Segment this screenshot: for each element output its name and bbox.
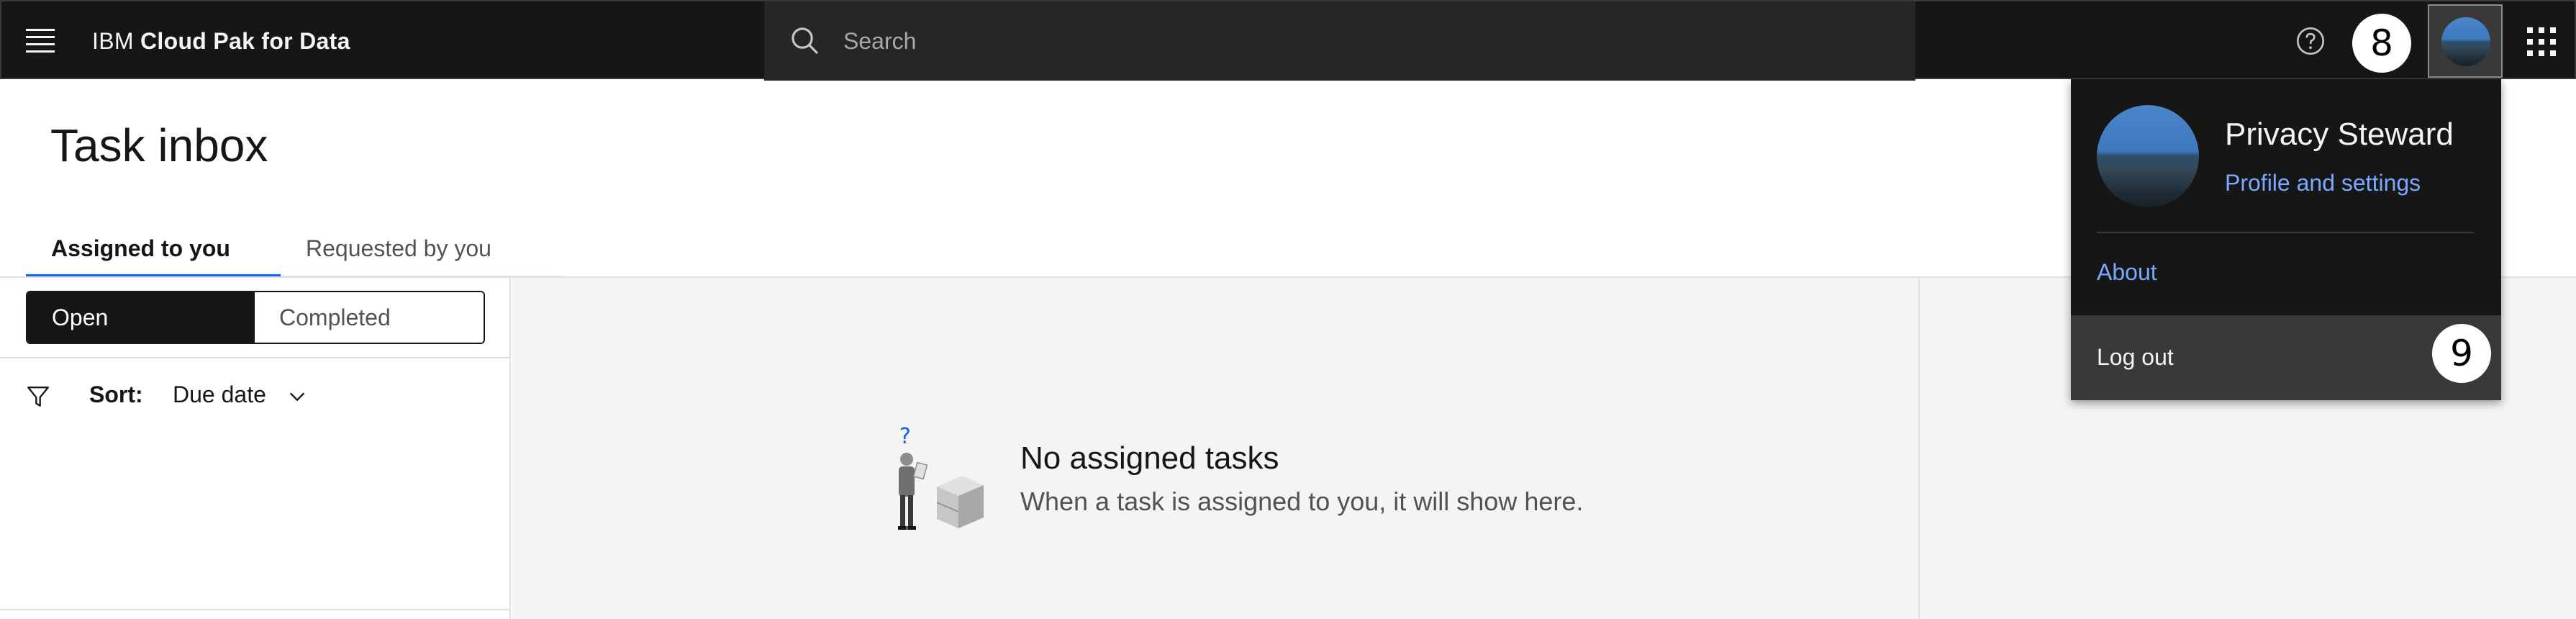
divider xyxy=(0,609,509,610)
help-icon[interactable] xyxy=(2295,26,2326,56)
chevron-down-icon[interactable] xyxy=(286,386,308,407)
logout-label: Log out xyxy=(2097,344,2174,370)
app-switcher-icon[interactable] xyxy=(2527,27,2556,56)
profile-settings-link[interactable]: Profile and settings xyxy=(2225,170,2421,196)
top-nav-bar: IBM Cloud Pak for Data 8 xyxy=(0,0,2576,81)
sort-dropdown[interactable]: Due date xyxy=(173,381,266,408)
divider xyxy=(0,357,509,358)
product-name[interactable]: IBM Cloud Pak for Data xyxy=(92,1,350,81)
about-link[interactable]: About xyxy=(2097,259,2157,286)
tab-assigned-to-you[interactable]: Assigned to you xyxy=(26,220,281,277)
empty-state-illustration: ? xyxy=(898,424,984,530)
menu-icon[interactable] xyxy=(26,29,55,53)
avatar xyxy=(2441,17,2490,66)
tab-requested-by-you[interactable]: Requested by you xyxy=(281,220,561,277)
step-marker-9: 9 xyxy=(2432,324,2491,383)
search-bar[interactable] xyxy=(764,1,1915,81)
avatar xyxy=(2097,105,2199,207)
status-switcher: Open Completed xyxy=(26,291,485,344)
open-toggle-button[interactable]: Open xyxy=(27,292,255,343)
brand-prefix: IBM xyxy=(92,28,134,54)
user-name: Privacy Steward xyxy=(2225,117,2454,152)
search-input[interactable] xyxy=(843,1,1887,81)
empty-state-title: No assigned tasks xyxy=(1020,440,1279,476)
user-avatar-button[interactable] xyxy=(2428,4,2503,78)
completed-toggle-button[interactable]: Completed xyxy=(255,292,484,343)
search-icon[interactable] xyxy=(790,26,820,56)
filter-icon[interactable] xyxy=(26,384,50,409)
task-list-panel: Open Completed Sort: Due date xyxy=(0,278,511,619)
empty-state-subtitle: When a task is assigned to you, it will … xyxy=(1020,487,1584,516)
brand-name: Cloud Pak for Data xyxy=(140,28,350,54)
sort-label: Sort: xyxy=(89,381,143,407)
task-detail-area: ? No assigned tasks When a task is assig… xyxy=(512,278,1918,619)
svg-text:?: ? xyxy=(899,424,911,449)
divider xyxy=(2097,232,2474,233)
page-title: Task inbox xyxy=(50,119,268,171)
step-marker-8: 8 xyxy=(2352,14,2411,73)
